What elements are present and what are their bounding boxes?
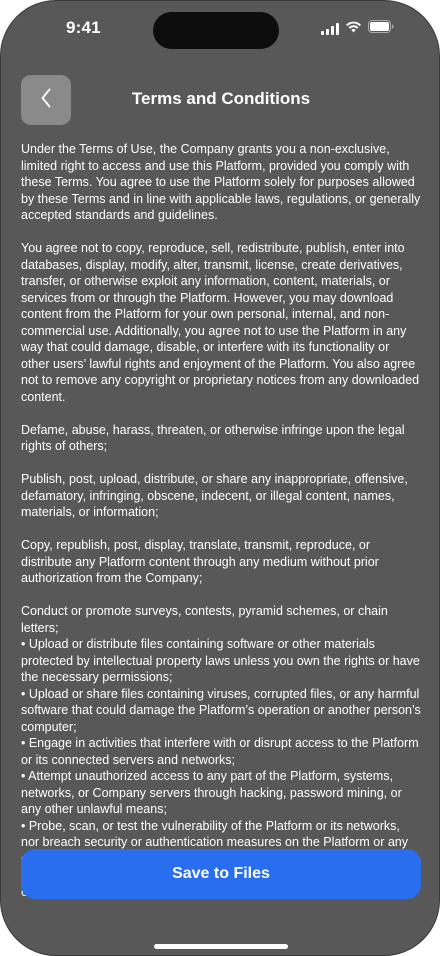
cellular-signal-icon: [321, 23, 339, 35]
page-title: Terms and Conditions: [131, 89, 311, 108]
terms-paragraph: Publish, post, upload, distribute, or sh…: [21, 472, 408, 519]
terms-paragraph: Defame, abuse, harass, threaten, or othe…: [21, 422, 405, 454]
wifi-icon: [345, 20, 362, 38]
header: Terms and Conditions: [1, 75, 439, 125]
battery-icon: [368, 20, 395, 38]
home-indicator[interactable]: [154, 944, 288, 949]
terms-bullet: • Attempt unauthorized access to any par…: [21, 769, 402, 816]
terms-paragraph: Copy, republish, post, display, translat…: [21, 538, 379, 585]
status-time: 9:41: [66, 18, 101, 37]
dynamic-island: [153, 12, 279, 49]
terms-content: Under the Terms of Use, the Company gran…: [21, 141, 421, 900]
terms-bullet: • Upload or distribute files containing …: [21, 637, 420, 684]
save-to-files-button[interactable]: Save to Files: [21, 849, 421, 899]
terms-bullet: • Upload or share files containing virus…: [21, 686, 421, 734]
status-icons: [321, 20, 395, 38]
terms-paragraph: Under the Terms of Use, the Company gran…: [21, 142, 421, 222]
phone-screen: 9:41 Terms and Conditions Under the Term…: [0, 0, 440, 956]
terms-bullet: • Engage in activities that interfere wi…: [21, 736, 419, 767]
terms-paragraph: You agree not to copy, reproduce, sell, …: [21, 241, 420, 404]
status-bar: 9:41: [1, 1, 439, 57]
terms-paragraph: Conduct or promote surveys, contests, py…: [21, 604, 388, 635]
